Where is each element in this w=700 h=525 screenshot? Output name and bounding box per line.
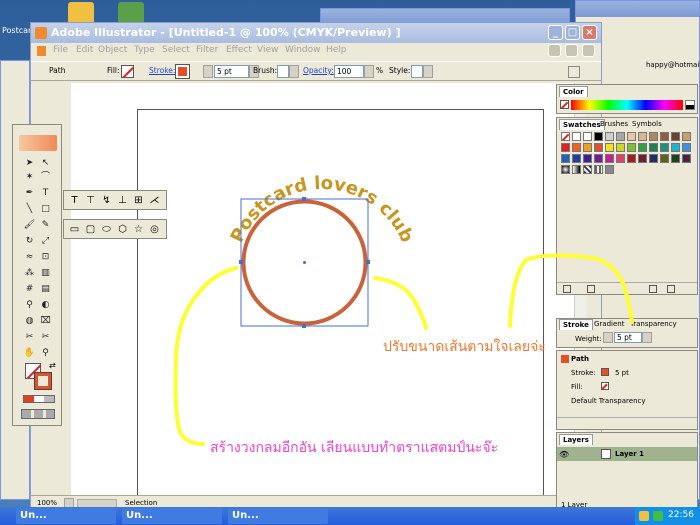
tray-icon-2[interactable]: [653, 511, 663, 521]
circle-annotation: สร้างวงกลมอีกอัน เลียนแบบทำตราแสตมป์นะจ๊…: [210, 440, 499, 456]
taskbar: Un... Un... Un... 22:56: [0, 507, 700, 525]
tray-icon-1[interactable]: [639, 511, 649, 521]
annotation-line-left: [173, 266, 238, 446]
taskbar-button-3[interactable]: Un...: [228, 508, 328, 524]
taskbar-button-1[interactable]: Un...: [16, 508, 116, 524]
annotation-line-right: [373, 253, 634, 330]
clock: 22:56: [668, 510, 694, 520]
stroke-annotation: ปรับขนาดเส้นตามใจเลยจ่ะ: [383, 339, 546, 355]
taskbar-button-2[interactable]: Un...: [122, 508, 222, 524]
